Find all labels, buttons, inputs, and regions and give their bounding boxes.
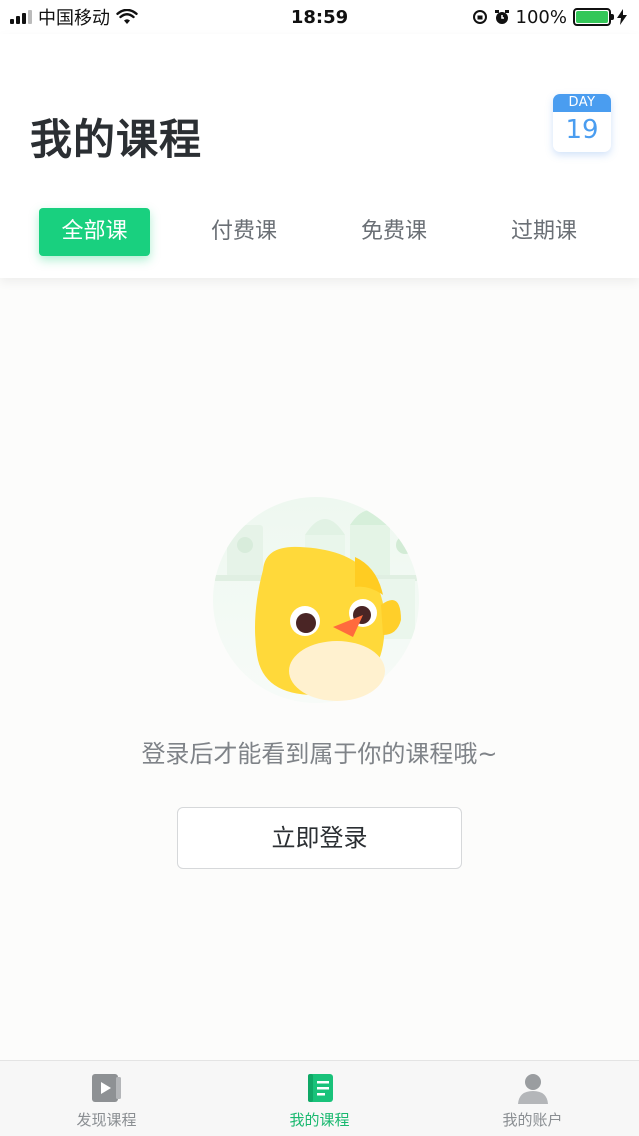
day-badge-label: DAY	[553, 94, 611, 112]
carrier-label: 中国移动	[38, 8, 110, 29]
rotation-lock-icon	[472, 10, 487, 24]
charging-icon	[617, 9, 627, 25]
login-button[interactable]: 立即登录	[177, 807, 462, 869]
play-video-icon	[92, 1074, 121, 1102]
status-left: 中国移动	[10, 4, 138, 30]
day-badge-number: 19	[565, 115, 599, 145]
status-bar: 中国移动 18:59 100%	[0, 0, 639, 34]
empty-state-illustration	[213, 497, 419, 703]
tabbar-item-discover[interactable]: 发现课程	[0, 1061, 213, 1136]
bottom-tab-bar: 发现课程 我的课程 我的账户	[0, 1060, 639, 1136]
battery-percent: 100%	[515, 6, 567, 28]
tab-all-courses[interactable]: 全部课	[39, 208, 150, 256]
header: 我的课程 DAY 19 全部课 付费课 免费课 过期课	[0, 34, 639, 278]
tab-paid-courses[interactable]: 付费课	[194, 208, 294, 256]
tabbar-item-my-courses[interactable]: 我的课程	[213, 1061, 426, 1136]
tabbar-item-account[interactable]: 我的账户	[426, 1061, 639, 1136]
wifi-icon	[116, 9, 138, 24]
signal-icon	[10, 10, 32, 24]
tab-expired-courses[interactable]: 过期课	[494, 208, 594, 256]
battery-icon	[573, 8, 614, 26]
alarm-icon	[494, 10, 509, 24]
tab-free-courses[interactable]: 免费课	[344, 208, 444, 256]
status-right: 100%	[472, 7, 627, 28]
tabbar-label-discover: 发现课程	[76, 1111, 137, 1129]
course-filter-tabs: 全部课 付费课 免费课 过期课	[0, 208, 639, 256]
book-icon	[308, 1074, 333, 1102]
tabbar-label-account: 我的账户	[502, 1111, 563, 1129]
day-badge[interactable]: DAY 19	[553, 94, 611, 152]
person-icon	[518, 1074, 548, 1104]
tabbar-label-my-courses: 我的课程	[289, 1111, 350, 1129]
empty-state-message: 登录后才能看到属于你的课程哦~	[141, 740, 498, 768]
page-title: 我的课程	[30, 115, 203, 164]
